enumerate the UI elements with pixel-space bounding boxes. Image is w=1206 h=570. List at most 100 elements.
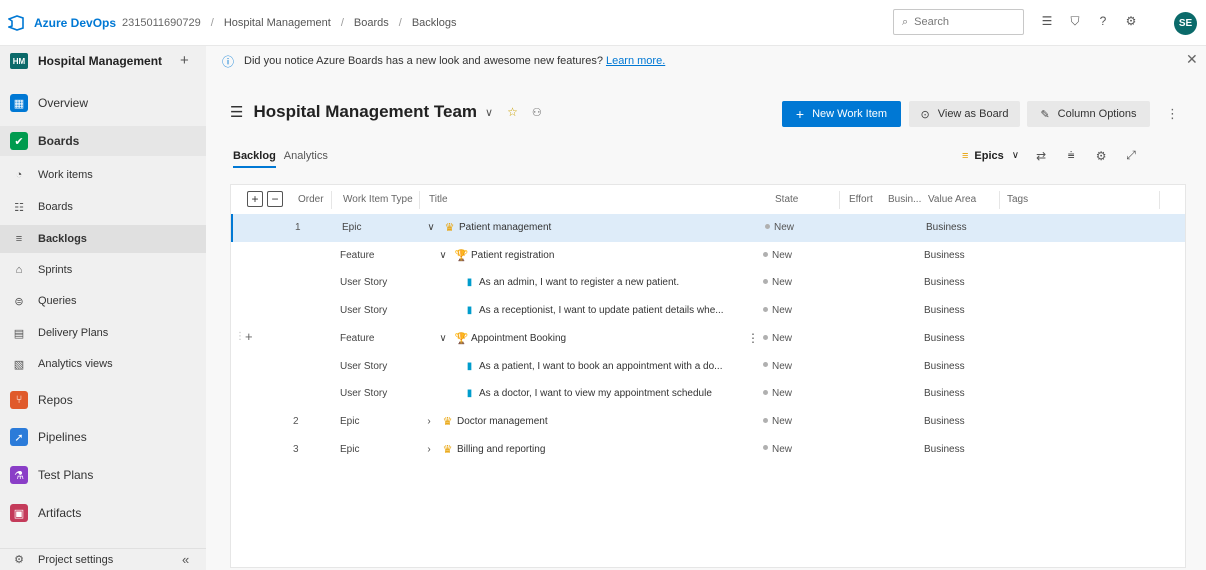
table-row[interactable]: User Story ▮ As a doctor, I want to view m… bbox=[231, 380, 1185, 408]
tab-backlog[interactable]: Backlog bbox=[233, 150, 276, 168]
new-project-plus-icon[interactable]: + bbox=[180, 52, 189, 69]
cell-title[interactable]: ∨ 🏆 Patient registration bbox=[437, 249, 554, 262]
user-settings-icon[interactable]: ⚙ bbox=[1122, 10, 1140, 32]
marketplace-bag-icon[interactable]: ⛉ bbox=[1066, 10, 1084, 32]
chevron-right-icon[interactable]: › bbox=[423, 416, 435, 427]
sidebar-item-analytics-views[interactable]: ▧ Analytics views bbox=[0, 351, 206, 377]
col-title[interactable]: Title bbox=[429, 194, 448, 205]
more-options-icon[interactable]: ⋮ bbox=[1166, 106, 1179, 122]
sidebar-item-pipelines[interactable]: ➚ Pipelines bbox=[0, 423, 206, 451]
col-state[interactable]: State bbox=[775, 194, 798, 205]
boards-icon: ✔ bbox=[10, 132, 28, 150]
backlog-level-selector[interactable]: ≡ Epics ∨ bbox=[962, 150, 1019, 162]
settings-icon[interactable]: ⚙ bbox=[1093, 149, 1109, 163]
favorite-star-icon[interactable]: ☆ bbox=[507, 105, 518, 119]
chevron-down-icon[interactable]: ∨ bbox=[437, 333, 449, 344]
breadcrumb-backlogs[interactable]: Backlogs bbox=[412, 17, 457, 29]
sidebar-item-boards-hub[interactable]: ✔ Boards bbox=[0, 126, 206, 156]
chevron-down-icon[interactable]: ∨ bbox=[485, 106, 493, 119]
table-row[interactable]: User Story ▮ As an admin, I want to regist… bbox=[231, 269, 1185, 297]
page-title[interactable]: Hospital Management Team bbox=[253, 102, 477, 122]
sidebar-item-repos[interactable]: ⑂ Repos bbox=[0, 386, 206, 414]
new-work-item-button[interactable]: + New Work Item bbox=[782, 101, 901, 127]
close-icon[interactable]: ✕ bbox=[1186, 51, 1198, 68]
sidebar-item-backlogs[interactable]: ≡ Backlogs bbox=[0, 225, 206, 253]
chevron-down-icon[interactable]: ∨ bbox=[425, 222, 437, 233]
view-options-icon[interactable]: ⇄ bbox=[1033, 149, 1049, 163]
work-item-title[interactable]: As a patient, I want to book an appointm… bbox=[479, 361, 723, 372]
expand-all-icon[interactable]: + bbox=[247, 191, 263, 207]
search-box[interactable]: ⌕ Search bbox=[893, 9, 1024, 35]
work-item-title[interactable]: Patient management bbox=[459, 222, 551, 233]
cell-title[interactable]: ▮ As an admin, I want to register a new p… bbox=[463, 276, 679, 289]
sidebar-item-artifacts[interactable]: ▣ Artifacts bbox=[0, 499, 206, 527]
cell-title[interactable]: ∨ ♛ Patient management bbox=[425, 221, 551, 234]
cell-title[interactable]: ▮ As a doctor, I want to view my appointm… bbox=[463, 387, 712, 400]
work-item-title[interactable]: As an admin, I want to register a new pa… bbox=[479, 277, 679, 288]
learn-more-link[interactable]: Learn more. bbox=[606, 55, 665, 67]
table-row[interactable]: 3 Epic › ♛ Billing and reporting New Business bbox=[231, 436, 1185, 464]
sidebar-item-work-items[interactable]: ◔ Work items bbox=[0, 162, 206, 188]
sidebar-item-label: Queries bbox=[38, 295, 77, 307]
drag-handle-icon[interactable]: ⋮ bbox=[235, 331, 245, 342]
project-header[interactable]: HM Hospital Management bbox=[0, 46, 206, 76]
cell-title[interactable]: ▮ As a receptionist, I want to update pat… bbox=[463, 304, 724, 317]
chevron-right-icon[interactable]: › bbox=[423, 444, 435, 455]
cell-title[interactable]: › ♛ Doctor management bbox=[423, 415, 548, 428]
table-row[interactable]: User Story ▮ As a receptionist, I want to … bbox=[231, 297, 1185, 325]
cell-title[interactable]: ∨ 🏆 Appointment Booking bbox=[437, 332, 566, 345]
hamburger-menu-icon[interactable]: ☰ bbox=[230, 103, 243, 121]
col-effort[interactable]: Effort bbox=[849, 194, 873, 205]
table-row[interactable]: 2 Epic › ♛ Doctor management New Business bbox=[231, 408, 1185, 436]
filter-icon[interactable]: ⩧ bbox=[1063, 148, 1079, 163]
chevron-down-icon[interactable]: ∨ bbox=[437, 250, 449, 261]
work-item-title[interactable]: Doctor management bbox=[457, 416, 548, 427]
row-more-options-icon[interactable]: ⋮ bbox=[747, 331, 759, 345]
collapse-all-icon[interactable]: − bbox=[267, 191, 283, 207]
collapse-sidebar-icon[interactable]: « bbox=[182, 552, 189, 567]
add-child-plus-icon[interactable]: + bbox=[245, 329, 253, 344]
sidebar-item-boards[interactable]: ☷ Boards bbox=[0, 194, 206, 220]
cell-state: New bbox=[763, 277, 792, 288]
fullscreen-icon[interactable]: ⤢ bbox=[1123, 148, 1139, 163]
tab-analytics[interactable]: Analytics bbox=[284, 150, 328, 168]
col-tags[interactable]: Tags bbox=[1007, 194, 1028, 205]
project-settings[interactable]: ⚙ Project settings « bbox=[0, 548, 206, 570]
view-as-board-button[interactable]: ⊙ View as Board bbox=[909, 101, 1020, 127]
breadcrumb-boards[interactable]: Boards bbox=[354, 17, 389, 29]
project-settings-label: Project settings bbox=[38, 553, 114, 566]
sidebar-item-overview[interactable]: ▦ Overview bbox=[0, 90, 206, 116]
team-members-icon[interactable]: ⚇ bbox=[532, 106, 542, 119]
azure-devops-logo-icon[interactable] bbox=[8, 14, 24, 31]
help-icon[interactable]: ? bbox=[1094, 10, 1112, 32]
work-item-title[interactable]: As a doctor, I want to view my appointme… bbox=[479, 388, 712, 399]
table-row[interactable]: Feature ∨ 🏆 Appointment Booking New Business ⋮… bbox=[231, 325, 1185, 353]
col-value-area[interactable]: Value Area bbox=[928, 194, 976, 205]
col-order[interactable]: Order bbox=[298, 194, 324, 205]
cell-title[interactable]: › ♛ Billing and reporting bbox=[423, 443, 545, 456]
task-list-icon[interactable]: ☰ bbox=[1038, 10, 1056, 32]
work-item-title[interactable]: As a receptionist, I want to update pati… bbox=[479, 305, 724, 316]
column-options-button[interactable]: ✎ Column Options bbox=[1027, 101, 1150, 127]
work-item-title[interactable]: Appointment Booking bbox=[471, 333, 566, 344]
org-id[interactable]: 2315011690729 bbox=[122, 17, 201, 29]
cell-title[interactable]: ▮ As a patient, I want to book an appoint… bbox=[463, 360, 723, 373]
sidebar-item-queries[interactable]: ⊜ Queries bbox=[0, 288, 206, 314]
sidebar-item-sprints[interactable]: ⌂ Sprints bbox=[0, 257, 206, 283]
table-row[interactable]: Feature ∨ 🏆 Patient registration New Business bbox=[231, 242, 1185, 270]
col-work-item-type[interactable]: Work Item Type bbox=[343, 194, 413, 205]
sidebar-item-delivery-plans[interactable]: ▤ Delivery Plans bbox=[0, 320, 206, 346]
sidebar-item-test-plans[interactable]: ⚗ Test Plans bbox=[0, 461, 206, 489]
table-row[interactable]: User Story ▮ As a patient, I want to book … bbox=[231, 353, 1185, 381]
table-row[interactable]: 1 Epic ∨ ♛ Patient management New Business bbox=[231, 214, 1185, 242]
col-business-value[interactable]: Busin... bbox=[888, 194, 921, 205]
wrench-icon: ✎ bbox=[1040, 108, 1050, 121]
work-item-title[interactable]: Billing and reporting bbox=[457, 444, 545, 455]
analytics-views-icon: ▧ bbox=[13, 358, 25, 371]
work-item-title[interactable]: Patient registration bbox=[471, 250, 554, 261]
avatar[interactable]: SE bbox=[1174, 12, 1197, 35]
artifacts-icon: ▣ bbox=[10, 504, 28, 522]
brand-name[interactable]: Azure DevOps bbox=[34, 16, 116, 30]
breadcrumb-project[interactable]: Hospital Management bbox=[224, 17, 331, 29]
state-label: New bbox=[772, 249, 793, 261]
